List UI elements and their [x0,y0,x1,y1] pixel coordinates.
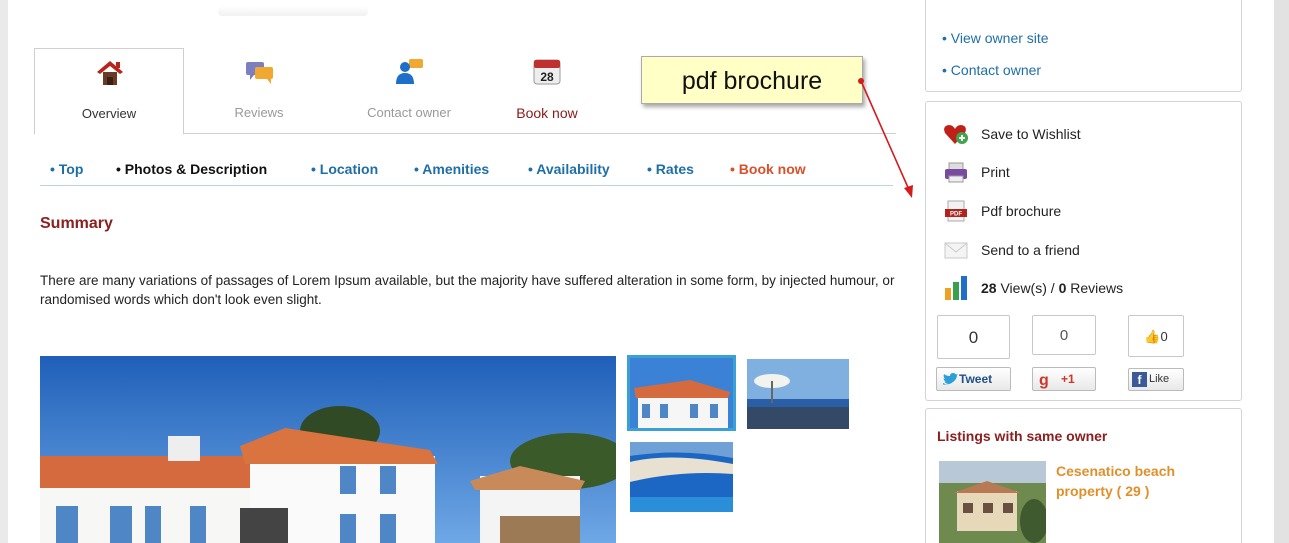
anchor-location[interactable]: • Location [311,161,378,177]
facebook-like-button[interactable]: f Like [1128,368,1184,391]
tab-book-now-label: Book now [516,105,578,121]
pdf-brochure-callout: pdf brochure [641,56,863,104]
views-count: 28 [981,280,997,296]
photo-thumbnail-sea-view[interactable] [747,359,849,429]
anchor-availability[interactable]: • Availability [528,161,610,177]
anchor-photos-description[interactable]: • Photos & Description [116,161,267,177]
gplus-count: 0 [1032,315,1096,355]
pdf-icon: PDF [943,199,969,223]
heart-plus-icon [943,122,969,146]
views-label: View(s) / [996,280,1059,296]
google-g-icon: g [1039,372,1049,389]
bar-chart-icon [943,276,969,303]
send-to-friend-label: Send to a friend [981,242,1080,258]
tab-book-now[interactable]: 28 Book now [472,48,622,134]
contact-person-icon [392,56,426,86]
tab-contact-owner[interactable]: Contact owner [334,48,484,134]
tweet-label: Tweet [959,372,993,386]
contact-owner-link[interactable]: • Contact owner [942,62,1041,78]
column-gutter [904,0,924,543]
tab-overview[interactable]: Overview [34,48,184,135]
thumbs-up-icon: 👍 [1144,329,1161,344]
house-icon [93,57,127,87]
reviews-label: Reviews [1066,280,1124,296]
tweet-button[interactable]: Tweet [936,367,1011,391]
anchor-amenities[interactable]: • Amenities [414,161,489,177]
save-to-wishlist-label: Save to Wishlist [981,126,1081,142]
print-label: Print [981,164,1010,180]
speech-bubbles-icon [242,56,276,86]
anchor-book-now[interactable]: • Book now [730,161,806,177]
tab-overview-label: Overview [81,106,137,121]
page-edge-right [1274,0,1289,543]
twitter-bird-icon [942,372,958,394]
photo-thumbnail-coast[interactable] [630,442,733,512]
tweet-count: 0 [937,315,1010,359]
pdf-brochure-label: Pdf brochure [981,203,1062,219]
svg-text:PDF: PDF [950,212,962,218]
section-anchor-nav: • Top • Photos & Description • Location … [40,158,893,186]
tab-contact-owner-label: Contact owner [367,105,451,120]
photo-thumbnail-house[interactable] [627,355,736,431]
main-property-photo[interactable] [40,356,616,543]
page-edge [0,0,8,543]
summary-text: There are many variations of passages of… [40,273,895,307]
gplus-button[interactable]: g +1 [1032,367,1096,391]
facebook-like-count: 👍0 [1128,315,1184,357]
listings-same-owner-heading: Listings with same owner [937,428,1108,444]
calendar-day: 28 [540,70,554,84]
facebook-like-count-value: 0 [1160,329,1168,344]
facebook-like-label: Like [1149,373,1170,385]
listing-link[interactable]: Cesenatico beach property ( 29 ) [1056,461,1206,501]
truncated-link [942,8,1092,16]
summary-heading: Summary [40,215,113,232]
envelope-icon [943,238,969,262]
tab-reviews[interactable]: Reviews [184,48,334,134]
facebook-icon: f [1132,372,1147,387]
printer-icon [943,160,969,184]
anchor-top[interactable]: • Top [50,161,83,177]
view-owner-site-link[interactable]: • View owner site [942,30,1049,46]
anchor-rates[interactable]: • Rates [647,161,694,177]
calendar-icon: 28 [530,56,564,86]
listing-thumbnail[interactable] [939,461,1046,543]
tab-reviews-label: Reviews [234,105,284,120]
faded-header-element [218,6,368,16]
gplus-label: +1 [1061,372,1075,386]
